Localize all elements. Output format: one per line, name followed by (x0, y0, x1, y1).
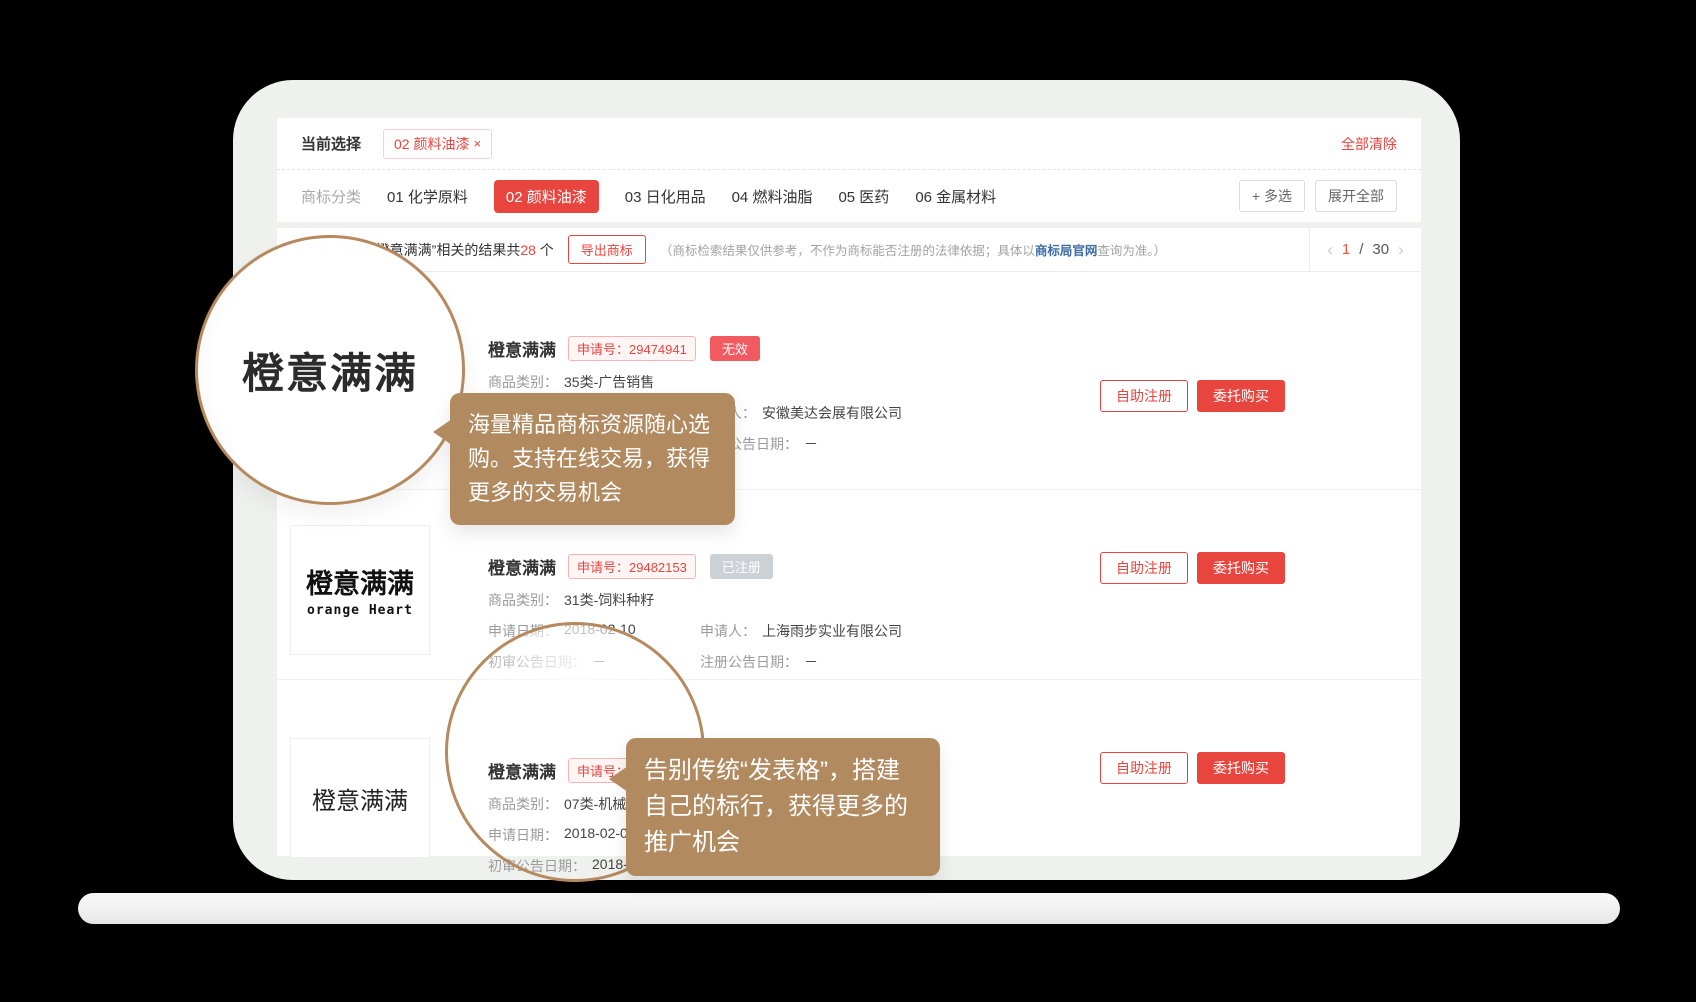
trademark-thumbnail: 橙意满满 (290, 738, 430, 858)
laptop-base-platform (78, 893, 1620, 924)
pagination: ‹ 1 / 30 › (1309, 228, 1421, 271)
category-item-01[interactable]: 01 化学原料 (387, 186, 468, 207)
trademark-office-link[interactable]: 商标局官网 (1035, 244, 1098, 258)
entrust-purchase-button[interactable]: 委托购买 (1197, 380, 1285, 412)
category-item-06[interactable]: 06 金属材料 (915, 186, 996, 207)
applicant-value: 上海雨步实业有限公司 (762, 621, 902, 641)
self-register-button[interactable]: 自助注册 (1100, 552, 1188, 584)
category-item-03[interactable]: 03 日化用品 (625, 186, 706, 207)
application-number-label: 申请号： (577, 342, 629, 357)
export-trademark-button[interactable]: 导出商标 (568, 235, 646, 264)
entrust-purchase-button[interactable]: 委托购买 (1197, 552, 1285, 584)
pagination-current-page: 1 (1342, 241, 1350, 258)
trademark-thumbnail-text: 橙意满满 (312, 781, 408, 816)
entrust-purchase-button[interactable]: 委托购买 (1197, 752, 1285, 784)
tooltip-marketplace: 海量精品商标资源随心选购。支持在线交易，获得更多的交易机会 (450, 393, 735, 525)
trademark-thumbnail-text: 橙意满满 (306, 562, 414, 601)
tooltip-arrow-left-icon (433, 419, 452, 445)
results-header: 为您检索到“橙意满满”相关的结果共28 个 导出商标 （商标检索结果仅供参考，不… (277, 228, 1421, 272)
category-field-value: 35类-广告销售 (564, 372, 654, 392)
table-row: 橙意满满 orange Heart 橙意满满 申请号：29482153 已注册 … (277, 490, 1421, 680)
current-selection-row: 当前选择 02 颜料油漆 × 全部清除 (277, 118, 1421, 170)
category-item-02-selected[interactable]: 02 颜料油漆 (494, 180, 599, 213)
status-badge: 已注册 (710, 554, 773, 579)
selected-filter-tag[interactable]: 02 颜料油漆 × (383, 129, 492, 159)
clear-all-button[interactable]: 全部清除 (1341, 134, 1397, 154)
application-number-value: 29474941 (629, 342, 687, 357)
application-number-label: 申请号： (577, 560, 629, 575)
reg-publication-value: － (804, 434, 818, 454)
application-number-badge: 申请号：29482153 (568, 554, 696, 579)
reg-publication-value: － (804, 652, 818, 672)
magnifier-circle: 橙意满满 (195, 235, 465, 505)
application-number-badge: 申请号：29474941 (568, 336, 696, 361)
expand-all-button[interactable]: 展开全部 (1315, 180, 1397, 212)
pagination-total-pages: 30 (1372, 241, 1389, 258)
category-row: 商标分类 01 化学原料 02 颜料油漆 03 日化用品 04 燃料油脂 05 … (277, 170, 1421, 222)
current-selection-label: 当前选择 (301, 133, 361, 154)
results-count: 28 (520, 242, 536, 258)
trademark-thumbnail: 橙意满满 orange Heart (290, 525, 430, 655)
disclaimer-suffix: 查询为准。） (1097, 244, 1166, 258)
trademark-name: 橙意满满 (488, 554, 556, 579)
pagination-prev-icon[interactable]: ‹ (1327, 240, 1333, 260)
tooltip-text: 告别传统“发表格”，搭建自己的标行，获得更多的推广机会 (644, 757, 908, 856)
category-item-04[interactable]: 04 燃料油脂 (732, 186, 813, 207)
category-field-label: 商品类别： (488, 372, 558, 392)
application-number-value: 29482153 (629, 560, 687, 575)
pagination-separator: / (1359, 241, 1363, 258)
filter-panel: 当前选择 02 颜料油漆 × 全部清除 商标分类 01 化学原料 02 颜料油漆… (277, 118, 1421, 222)
disclaimer-prefix: （商标检索结果仅供参考，不作为商标能否注册的法律依据；具体以 (660, 244, 1035, 258)
close-icon[interactable]: × (473, 136, 481, 151)
multi-select-button[interactable]: + 多选 (1239, 180, 1305, 212)
self-register-button[interactable]: 自助注册 (1100, 380, 1188, 412)
trademark-thumbnail-subtext: orange Heart (307, 603, 413, 618)
pagination-next-icon[interactable]: › (1398, 240, 1404, 260)
tooltip-arrow-left-icon (609, 766, 628, 792)
status-badge: 无效 (710, 336, 760, 361)
applicant-value: 安徽美达会展有限公司 (762, 403, 902, 423)
trademark-name: 橙意满满 (488, 336, 556, 361)
screenshot-canvas: 当前选择 02 颜料油漆 × 全部清除 商标分类 01 化学原料 02 颜料油漆… (0, 0, 1696, 1002)
tooltip-text: 海量精品商标资源随心选购。支持在线交易，获得更多的交易机会 (468, 412, 710, 505)
category-field-value: 31类-饲料种籽 (564, 590, 654, 610)
results-summary-suffix: 个 (536, 242, 554, 258)
category-item-05[interactable]: 05 医药 (838, 186, 889, 207)
reg-publication-label: 注册公告日期： (700, 652, 798, 672)
disclaimer-text: （商标检索结果仅供参考，不作为商标能否注册的法律依据；具体以商标局官网查询为准。… (660, 240, 1166, 259)
tooltip-promotion: 告别传统“发表格”，搭建自己的标行，获得更多的推广机会 (626, 738, 940, 876)
self-register-button[interactable]: 自助注册 (1100, 752, 1188, 784)
selected-filter-tag-label: 02 颜料油漆 (394, 134, 469, 154)
category-filter-label: 商标分类 (301, 186, 361, 207)
magnified-trademark-text: 橙意满满 (242, 340, 418, 401)
category-field-label: 商品类别： (488, 590, 558, 610)
applicant-label: 申请人： (700, 621, 756, 641)
